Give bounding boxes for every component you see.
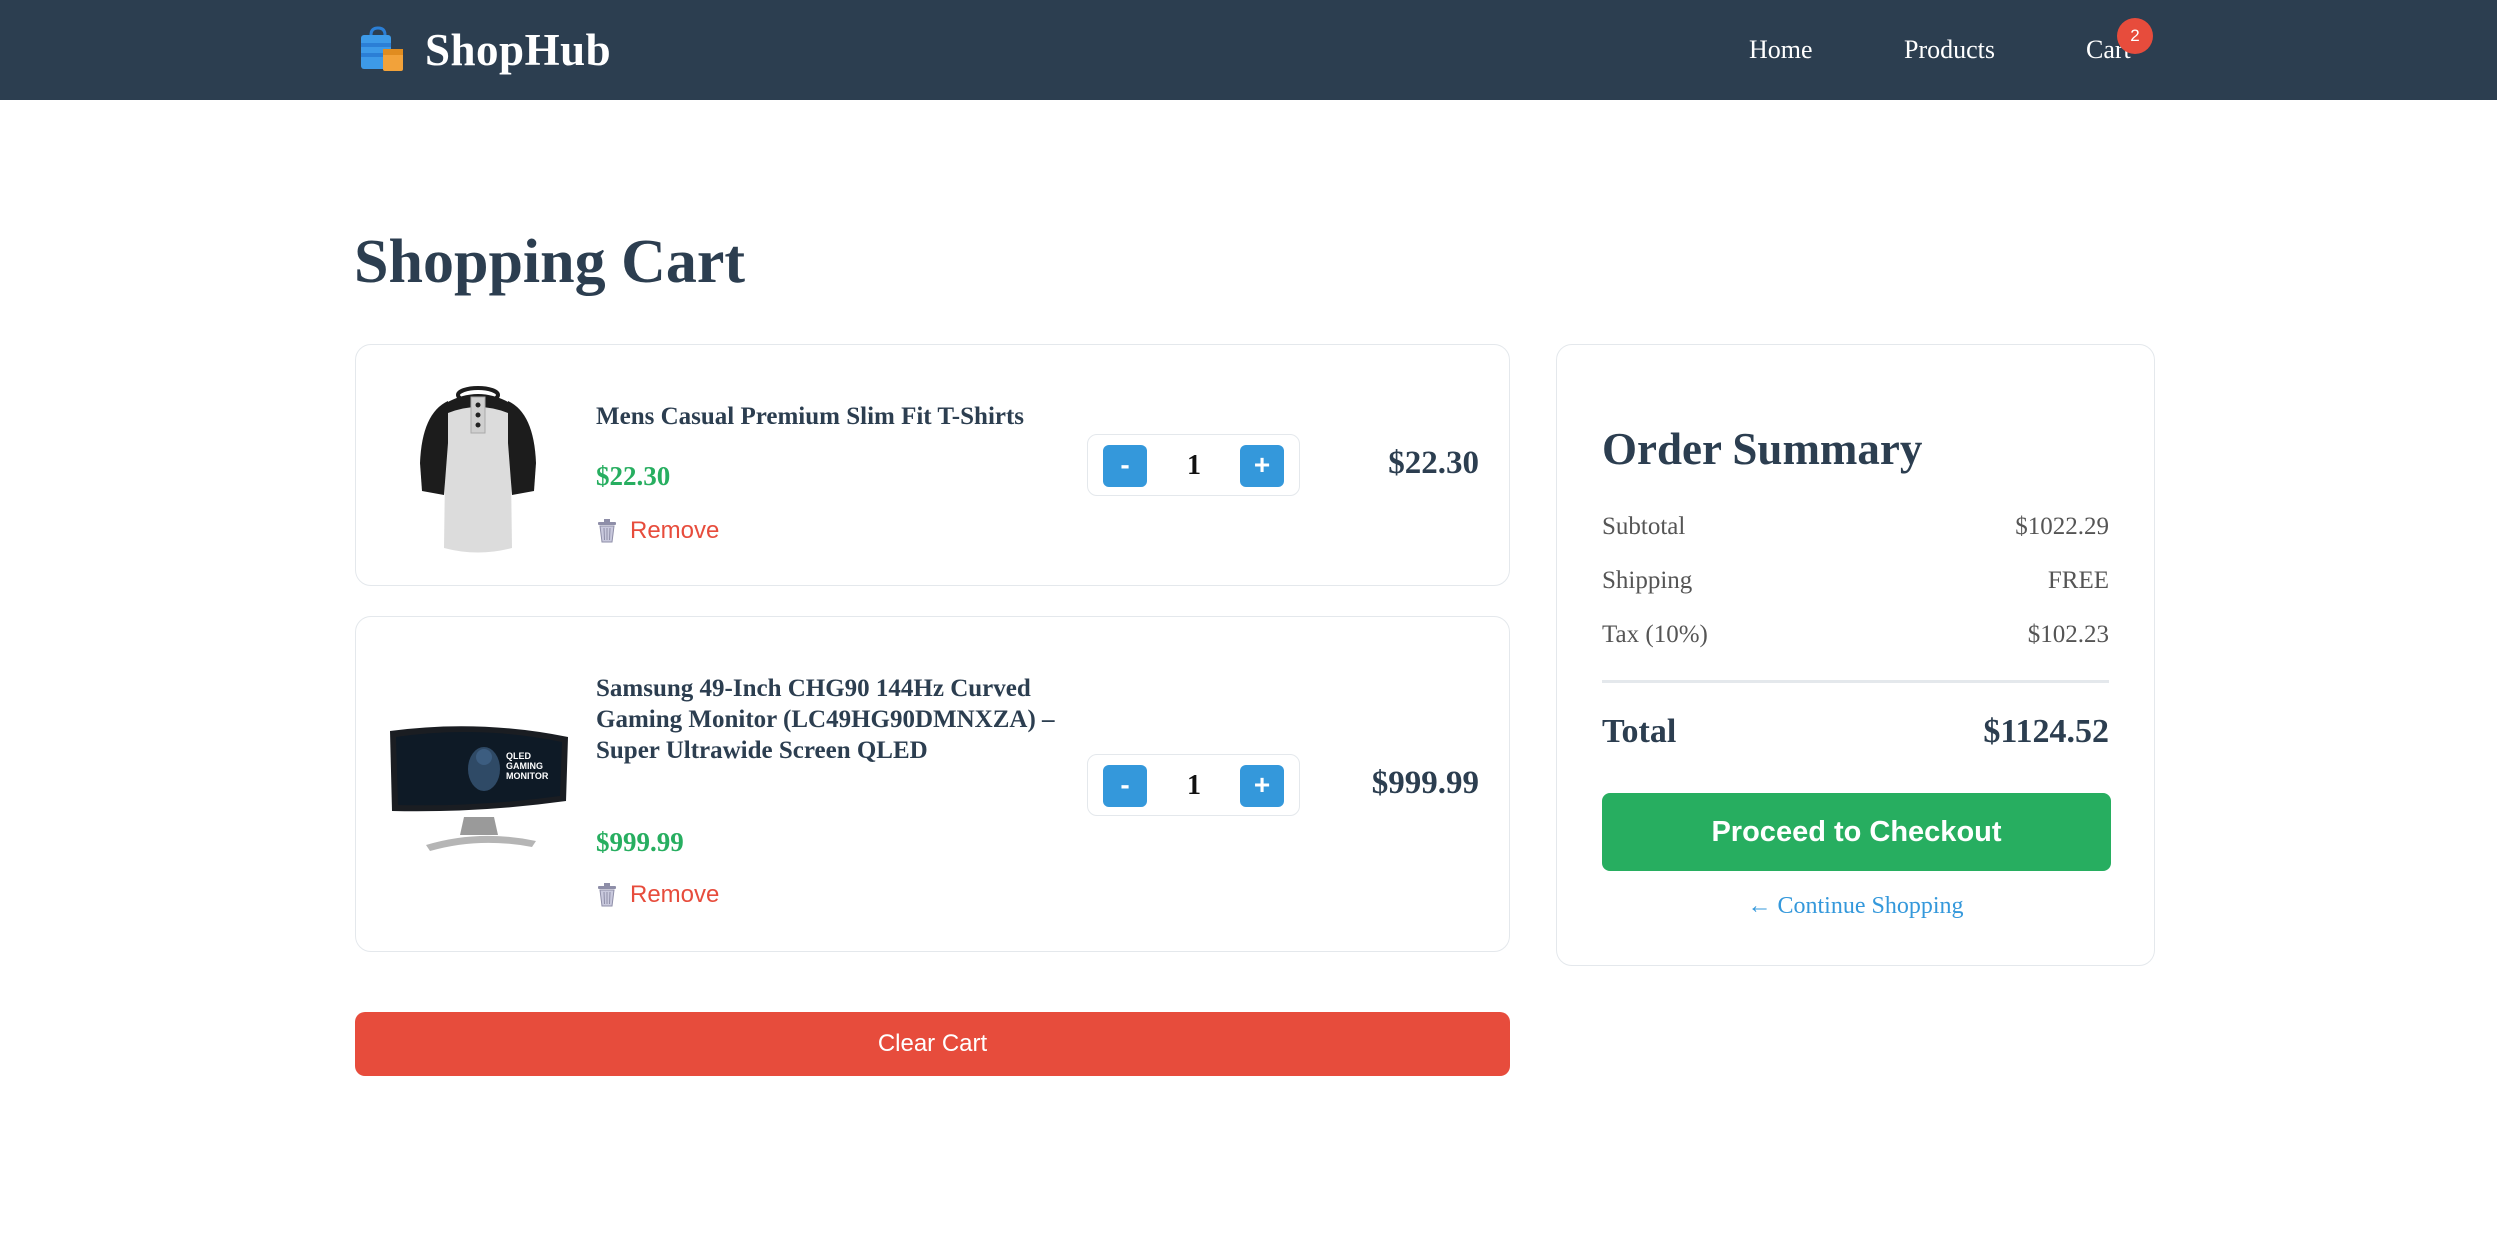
product-unit-price: $22.30 — [596, 461, 671, 491]
remove-item-button[interactable]: Remove — [596, 881, 719, 909]
cart-count-badge: 2 — [2117, 18, 2153, 54]
increase-quantity-button[interactable]: + — [1240, 445, 1284, 487]
increase-quantity-button[interactable]: + — [1240, 765, 1284, 807]
quantity-stepper: - 1 + — [1087, 434, 1300, 496]
subtotal-value: $1022.29 — [2015, 513, 2109, 540]
tax-label: Tax (10%) — [1602, 621, 1708, 648]
cart-item-card: Mens Casual Premium Slim Fit T-Shirts $2… — [355, 344, 1510, 586]
tax-value: $102.23 — [2027, 621, 2109, 648]
quantity-value: 1 — [1187, 770, 1201, 801]
order-summary-title: Order Summary — [1602, 424, 1923, 474]
trash-icon — [596, 519, 618, 543]
trash-icon — [596, 883, 618, 907]
brand-name: ShopHub — [425, 25, 612, 75]
item-line-total: $999.99 — [1371, 765, 1479, 801]
decrease-quantity-button[interactable]: - — [1103, 765, 1147, 807]
nav-home-link[interactable]: Home — [1749, 30, 1813, 70]
summary-divider — [1602, 680, 2109, 683]
quantity-value: 1 — [1187, 450, 1201, 481]
shipping-row: Shipping FREE — [1602, 567, 2109, 601]
quantity-stepper: - 1 + — [1087, 754, 1300, 816]
cart-item-card: QLED GAMING MONITOR Samsung 49-Inch CHG9… — [355, 616, 1510, 952]
clear-cart-button[interactable]: Clear Cart — [355, 1012, 1510, 1076]
product-unit-price: $999.99 — [596, 827, 684, 857]
remove-label: Remove — [630, 881, 720, 908]
remove-label: Remove — [630, 517, 720, 544]
total-value: $1124.52 — [1983, 713, 2109, 750]
total-label: Total — [1602, 713, 1677, 750]
top-navbar: ShopHub Home Products Cart 2 — [0, 0, 2497, 100]
remove-item-button[interactable]: Remove — [596, 517, 719, 545]
subtotal-row: Subtotal $1022.29 — [1602, 513, 2109, 547]
product-name[interactable]: Samsung 49-Inch CHG90 144Hz Curved Gamin… — [596, 673, 1076, 766]
product-name[interactable]: Mens Casual Premium Slim Fit T-Shirts — [596, 401, 1076, 432]
nav-products-link[interactable]: Products — [1904, 30, 1995, 70]
shipping-value: FREE — [2047, 567, 2109, 594]
product-image-tshirt[interactable] — [408, 373, 548, 559]
continue-shopping-link[interactable]: ← Continue Shopping — [1557, 893, 2154, 920]
total-row: Total $1124.52 — [1602, 713, 2109, 751]
order-summary-panel: Order Summary Subtotal $1022.29 Shipping… — [1556, 344, 2155, 966]
tax-row: Tax (10%) $102.23 — [1602, 621, 2109, 655]
subtotal-label: Subtotal — [1602, 513, 1686, 540]
brand-logo-link[interactable]: ShopHub — [357, 22, 611, 78]
monitor-screen-text: QLED GAMING MONITOR — [506, 751, 549, 781]
page-title: Shopping Cart — [354, 228, 746, 296]
product-image-monitor[interactable]: QLED GAMING MONITOR — [386, 717, 572, 853]
proceed-to-checkout-button[interactable]: Proceed to Checkout — [1602, 793, 2111, 871]
shopping-bag-icon — [357, 25, 407, 75]
item-line-total: $22.30 — [1388, 445, 1479, 481]
shipping-label: Shipping — [1602, 567, 1693, 594]
decrease-quantity-button[interactable]: - — [1103, 445, 1147, 487]
